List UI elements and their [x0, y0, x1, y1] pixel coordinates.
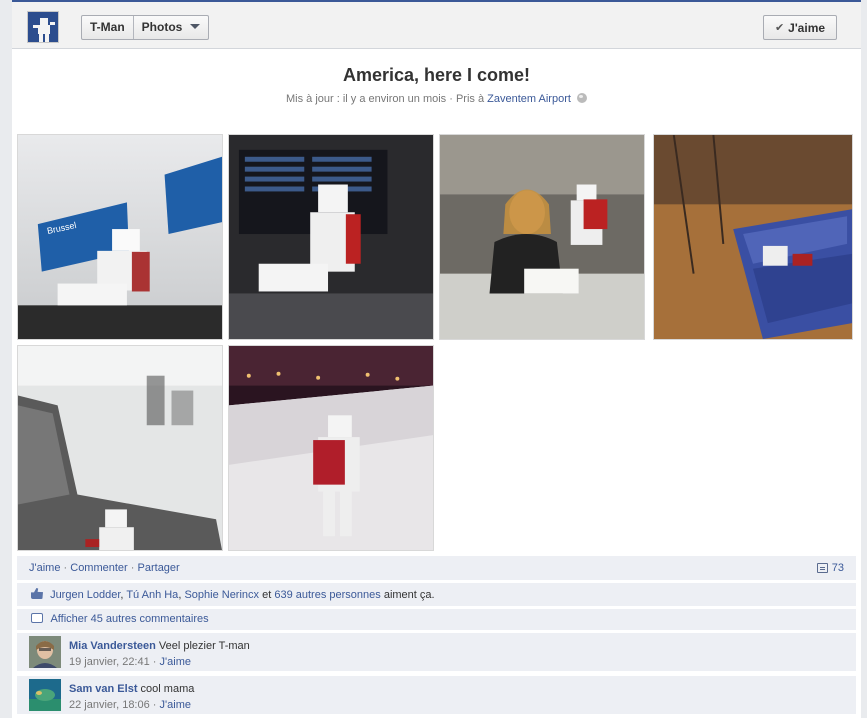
- breadcrumb: T-Man Photos: [81, 15, 210, 40]
- photo-waiting-seats[interactable]: [17, 345, 223, 551]
- comment-item: Sam van Elst cool mama 22 janvier, 18:06…: [17, 676, 856, 714]
- feedback-actions: J'aime · Commenter · Partager 73: [17, 556, 856, 580]
- comment-body: Mia Vandersteen Veel plezier T-man 19 ja…: [69, 638, 250, 670]
- page-header: T-Man Photos ✔ J'aime: [12, 0, 861, 49]
- album-meta: Mis à jour : il y a environ un mois · Pr…: [12, 93, 861, 105]
- separator: ·: [152, 699, 160, 711]
- page-like-button[interactable]: ✔ J'aime: [763, 15, 837, 40]
- comment-text: cool mama: [140, 683, 195, 695]
- photo-zaventem-sign[interactable]: Brussel: [17, 134, 223, 340]
- page-avatar[interactable]: [27, 11, 59, 43]
- photo-night-tarmac[interactable]: [228, 345, 434, 551]
- liker-link[interactable]: Jurgen Lodder: [50, 589, 120, 601]
- photo-check-in-desk[interactable]: [439, 134, 645, 340]
- likes-suffix: aiment ça.: [383, 589, 435, 601]
- separator: ·: [130, 562, 138, 574]
- comment-text: Veel plezier T-man: [158, 640, 250, 652]
- comment-author[interactable]: Mia Vandersteen: [69, 640, 156, 652]
- comment-count[interactable]: 73: [816, 562, 844, 574]
- show-more-comments-link[interactable]: Afficher 45 autres commentaires: [50, 613, 208, 625]
- likes-connector: et: [262, 589, 272, 601]
- caret-down-icon: [190, 24, 201, 29]
- comment-item: Mia Vandersteen Veel plezier T-man 19 ja…: [17, 633, 856, 671]
- comment-time[interactable]: 19 janvier, 22:41: [69, 656, 150, 668]
- speech-bubble-icon: [31, 613, 43, 623]
- comment-body: Sam van Elst cool mama 22 janvier, 18:06…: [69, 681, 194, 713]
- album-title: America, here I come!: [342, 65, 531, 85]
- liker-link[interactable]: Sophie Nerincx: [184, 589, 259, 601]
- avatar[interactable]: [29, 679, 61, 711]
- thumbs-up-icon: [31, 588, 43, 599]
- album-meta-prefix: Mis à jour : il y a environ un mois · Pr…: [286, 93, 485, 105]
- likes-summary: Jurgen Lodder, Tú Anh Ha, Sophie Nerincx…: [17, 583, 856, 606]
- location-link[interactable]: Zaventem Airport: [487, 93, 571, 105]
- liker-link[interactable]: Tú Anh Ha: [126, 589, 178, 601]
- photo-departures-board[interactable]: [228, 134, 434, 340]
- comment-icon: [816, 563, 828, 573]
- separator: ·: [152, 656, 160, 668]
- comment-count-value: 73: [831, 562, 844, 574]
- share-action[interactable]: Partager: [138, 562, 180, 574]
- comment-like-link[interactable]: J'aime: [160, 699, 191, 711]
- like-action[interactable]: J'aime: [29, 562, 60, 574]
- photos-dropdown[interactable]: Photos: [132, 16, 209, 39]
- comment-like-link[interactable]: J'aime: [160, 656, 191, 668]
- more-comments-row: Afficher 45 autres commentaires: [17, 609, 856, 630]
- comment-action[interactable]: Commenter: [70, 562, 127, 574]
- photos-dropdown-label: Photos: [141, 20, 183, 34]
- photo-security-trays[interactable]: [653, 134, 853, 340]
- avatar[interactable]: [29, 636, 61, 668]
- comment-time[interactable]: 22 janvier, 18:06: [69, 699, 150, 711]
- page-name-link[interactable]: T-Man: [82, 16, 133, 39]
- others-likes-link[interactable]: 639 autres personnes: [274, 589, 380, 601]
- globe-icon: [576, 93, 587, 103]
- page-like-label: J'aime: [788, 20, 826, 35]
- check-icon: ✔: [774, 22, 785, 34]
- comment-author[interactable]: Sam van Elst: [69, 683, 137, 695]
